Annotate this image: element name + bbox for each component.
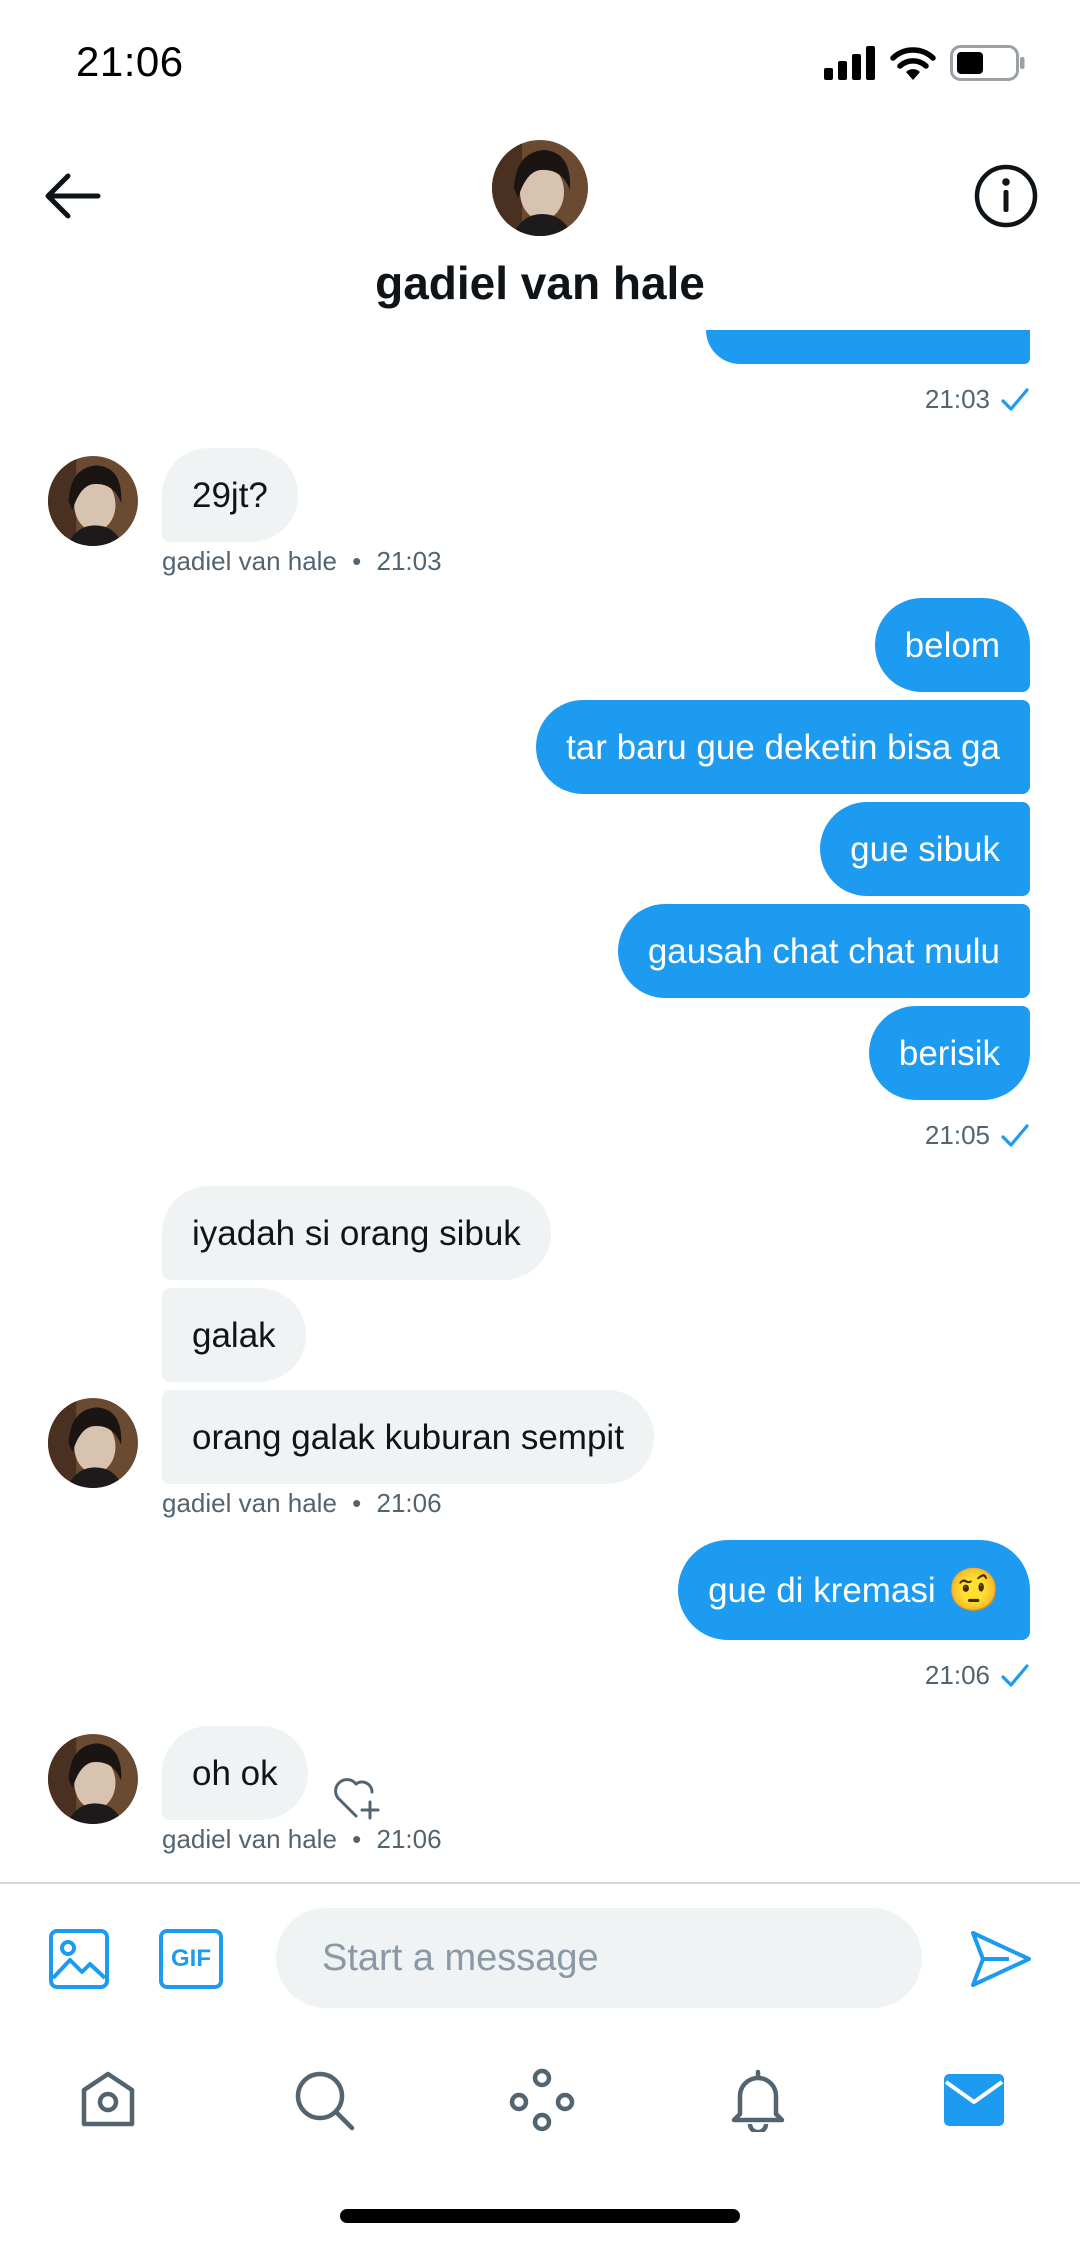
incoming-message-bubble[interactable]: iyadah si orang sibuk [162, 1186, 551, 1280]
outgoing-message-bubble[interactable]: belom [874, 598, 1030, 692]
messages-icon [944, 2074, 1004, 2126]
sender-name: gadiel van hale [162, 1824, 337, 1854]
sender-avatar[interactable] [48, 1734, 138, 1824]
message-time: 21:06 [924, 1660, 990, 1690]
tab-notifications[interactable] [718, 2060, 798, 2140]
info-icon [974, 164, 1038, 228]
sender-avatar[interactable] [48, 1398, 138, 1488]
message-meta: gadiel van hale • 21:06 [162, 1488, 442, 1519]
message-input[interactable] [276, 1908, 922, 2008]
meta-separator: • [352, 546, 362, 576]
heart-plus-icon [334, 1778, 380, 1820]
incoming-message-bubble[interactable]: orang galak kuburan sempit [162, 1390, 654, 1484]
gif-label: GIF [171, 1945, 211, 1972]
message-meta: 21:03 [925, 384, 1030, 415]
wifi-icon [890, 47, 936, 80]
status-icons [824, 40, 1026, 86]
tab-search[interactable] [284, 2060, 364, 2140]
sender-name: gadiel van hale [162, 1488, 337, 1518]
incoming-message-bubble[interactable]: oh ok [162, 1726, 308, 1820]
message-list[interactable]: 21:03 29jt? gadiel van hale • 21:03 belo… [0, 330, 1080, 1882]
meta-separator: • [352, 1824, 362, 1854]
sender-avatar[interactable] [48, 456, 138, 546]
message-meta: 21:05 [925, 1120, 1030, 1151]
outgoing-message-bubble[interactable]: gue sibuk [820, 802, 1030, 896]
meta-separator: • [352, 1488, 362, 1518]
message-time: 21:05 [924, 1120, 990, 1150]
notifications-icon [731, 2069, 785, 2132]
outgoing-message-bubble[interactable]: tar baru gue deketin bisa ga [536, 700, 1030, 794]
tab-communities[interactable] [502, 2060, 582, 2140]
tab-messages[interactable] [934, 2060, 1014, 2140]
incoming-message-bubble[interactable]: 29jt? [162, 448, 298, 542]
status-bar: 21:06 [0, 0, 1080, 120]
contact-avatar[interactable] [492, 140, 588, 236]
conversation-info-button[interactable] [968, 158, 1044, 234]
avatar-image [492, 140, 588, 236]
message-composer: GIF [0, 1882, 1080, 2032]
message-meta: gadiel van hale • 21:03 [162, 546, 442, 577]
home-indicator[interactable] [340, 2209, 740, 2223]
message-time: 21:06 [376, 1488, 442, 1518]
communities-icon [509, 2068, 575, 2132]
message-time: 21:06 [376, 1824, 442, 1854]
arrow-left-icon [45, 173, 101, 219]
avatar-image [48, 1734, 138, 1824]
outgoing-message-bubble[interactable]: berisik [868, 1006, 1030, 1100]
message-text: gue di kremasi [708, 1570, 936, 1610]
add-gif-button[interactable]: GIF [158, 1926, 224, 1992]
tab-home[interactable] [68, 2060, 148, 2140]
cellular-signal-icon [824, 46, 875, 80]
contact-name[interactable]: gadiel van hale [0, 256, 1080, 310]
avatar-image [48, 456, 138, 546]
checkmark-icon [1001, 387, 1029, 411]
message-time: 21:03 [376, 546, 442, 576]
home-icon [81, 2071, 135, 2127]
message-meta: gadiel van hale • 21:06 [162, 1824, 442, 1855]
image-icon [49, 1929, 109, 1989]
checkmark-icon [1001, 1123, 1029, 1147]
send-button[interactable] [966, 1926, 1036, 1992]
outgoing-message-bubble[interactable]: gue di kremasi 🤨 [678, 1540, 1030, 1640]
battery-icon [950, 45, 1025, 81]
sender-name: gadiel van hale [162, 546, 337, 576]
add-reaction-button[interactable] [330, 1772, 382, 1824]
outgoing-message-bubble[interactable] [706, 330, 1030, 364]
status-time: 21:06 [76, 38, 184, 85]
checkmark-icon [1001, 1663, 1029, 1687]
incoming-message-bubble[interactable]: galak [162, 1288, 306, 1382]
add-media-button[interactable] [46, 1926, 112, 1992]
avatar-image [48, 1398, 138, 1488]
back-button[interactable] [36, 160, 108, 232]
conversation-header: gadiel van hale [0, 120, 1080, 330]
message-time: 21:03 [924, 384, 990, 414]
search-icon [295, 2071, 355, 2131]
send-icon [971, 1931, 1031, 1987]
message-meta: 21:06 [925, 1660, 1030, 1691]
outgoing-message-bubble[interactable]: gausah chat chat mulu [617, 904, 1030, 998]
emoji-face-raised-eyebrow: 🤨 [947, 1566, 1000, 1613]
